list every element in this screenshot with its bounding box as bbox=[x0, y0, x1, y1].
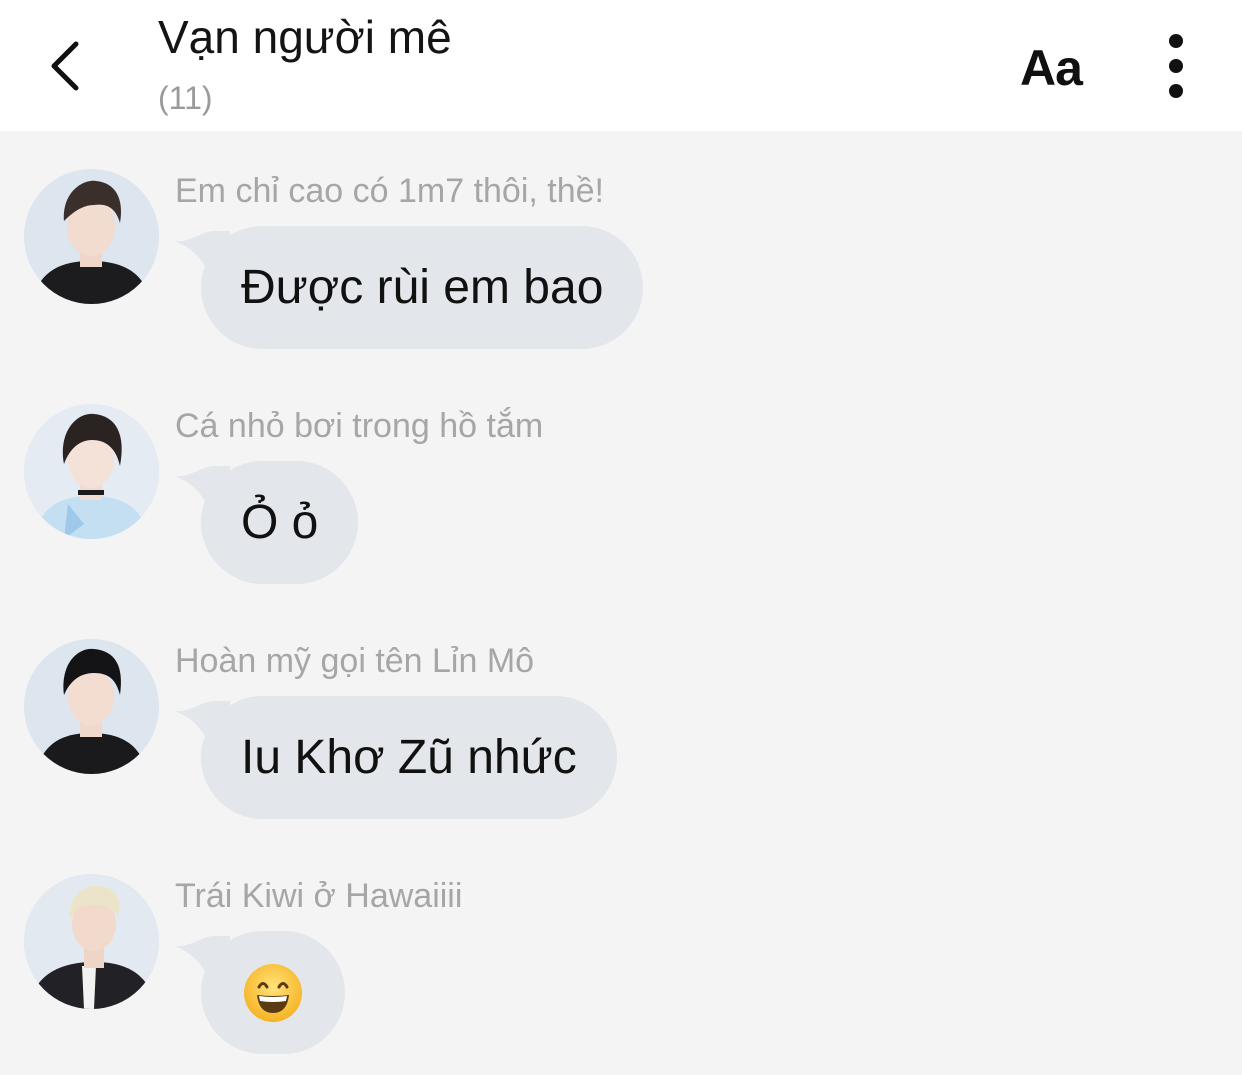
more-dot-icon bbox=[1169, 59, 1183, 73]
person-avatar-icon bbox=[24, 639, 159, 774]
avatar[interactable] bbox=[24, 169, 159, 304]
message-bubble[interactable]: Iu Khơ Zũ nhức bbox=[201, 696, 617, 819]
sender-name: Hoàn mỹ gọi tên Lỉn Mô bbox=[175, 642, 535, 680]
chat-title: Vạn người mê bbox=[158, 11, 452, 63]
member-count: (11) bbox=[158, 80, 213, 116]
message-row: Em chỉ cao có 1m7 thôi, thề! Được rùi em… bbox=[0, 169, 1242, 389]
more-dot-icon bbox=[1169, 84, 1183, 98]
sender-name: Trái Kiwi ở Hawaiiii bbox=[175, 877, 463, 915]
person-avatar-icon bbox=[24, 404, 159, 539]
message-row: Hoàn mỹ gọi tên Lỉn Mô Iu Khơ Zũ nhức bbox=[0, 639, 1242, 859]
message-bubble[interactable]: Ỏ ỏ bbox=[201, 461, 359, 584]
grinning-face-emoji-icon bbox=[244, 964, 302, 1022]
sender-name: Em chỉ cao có 1m7 thôi, thề! bbox=[175, 172, 604, 210]
message-row: Trái Kiwi ở Hawaiiii bbox=[0, 874, 1242, 1075]
message-row: Cá nhỏ bơi trong hồ tắm Ỏ ỏ bbox=[0, 404, 1242, 624]
message-bubble[interactable] bbox=[201, 931, 345, 1054]
font-size-button[interactable]: Aa bbox=[1010, 38, 1092, 98]
avatar[interactable] bbox=[24, 874, 159, 1009]
chevron-left-icon bbox=[51, 41, 79, 91]
avatar[interactable] bbox=[24, 404, 159, 539]
sender-name: Cá nhỏ bơi trong hồ tắm bbox=[175, 407, 544, 445]
back-button[interactable] bbox=[38, 36, 98, 96]
more-options-button[interactable] bbox=[1150, 30, 1202, 102]
message-bubble[interactable]: Được rùi em bao bbox=[201, 226, 644, 349]
chat-header: Vạn người mê (11) Aa bbox=[0, 0, 1242, 131]
person-avatar-icon bbox=[24, 169, 159, 304]
avatar[interactable] bbox=[24, 639, 159, 774]
person-avatar-icon bbox=[24, 874, 159, 1009]
more-dot-icon bbox=[1169, 34, 1183, 48]
